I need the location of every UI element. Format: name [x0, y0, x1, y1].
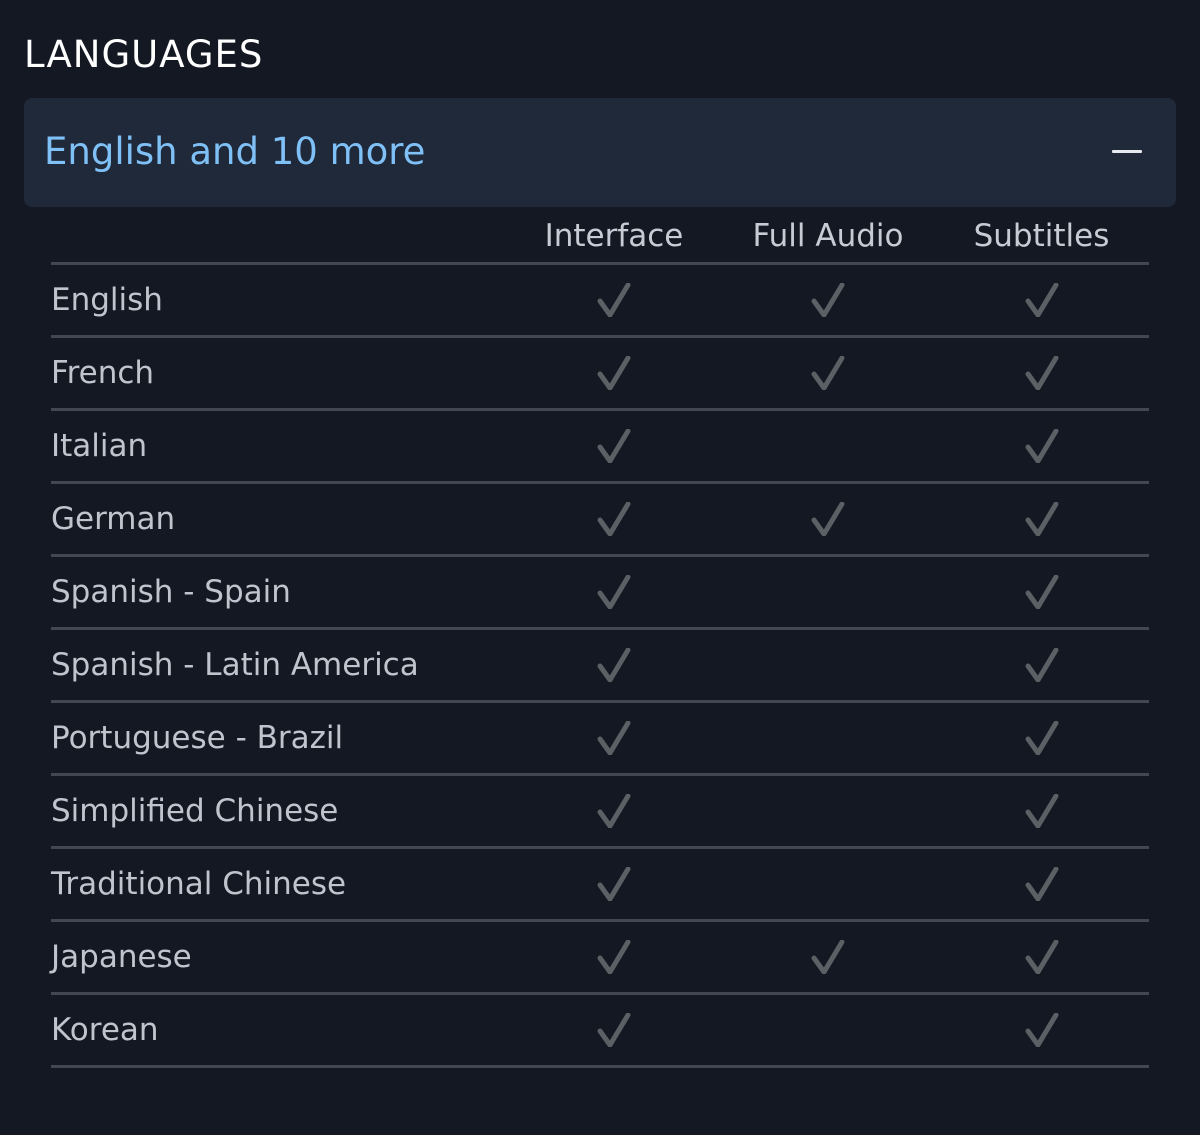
header-interface: Interface	[506, 210, 722, 265]
check-icon	[597, 575, 631, 609]
language-name: French	[51, 336, 506, 411]
language-name: Japanese	[51, 920, 506, 995]
languages-accordion-toggle[interactable]: English and 10 more	[24, 98, 1176, 207]
cell-subtitles	[934, 701, 1149, 776]
cell-subtitles	[934, 263, 1149, 338]
check-icon	[597, 940, 631, 974]
section-title: LANGUAGES	[24, 33, 264, 76]
language-name: English	[51, 263, 506, 338]
check-icon	[1025, 283, 1059, 317]
language-name: Korean	[51, 993, 506, 1068]
table-row: Korean	[51, 993, 1149, 1068]
language-name: Spanish - Spain	[51, 555, 506, 630]
cell-full-audio	[722, 774, 934, 849]
check-icon	[1025, 648, 1059, 682]
check-icon	[597, 502, 631, 536]
table-row: French	[51, 336, 1149, 411]
cell-full-audio	[722, 920, 934, 995]
table-row: Italian	[51, 409, 1149, 484]
check-icon	[597, 356, 631, 390]
cell-subtitles	[934, 409, 1149, 484]
cell-subtitles	[934, 993, 1149, 1068]
check-icon	[811, 940, 845, 974]
header-full-audio: Full Audio	[722, 210, 934, 265]
cell-full-audio	[722, 263, 934, 338]
cell-full-audio	[722, 847, 934, 922]
table-row: Japanese	[51, 920, 1149, 995]
cell-subtitles	[934, 774, 1149, 849]
cell-subtitles	[934, 336, 1149, 411]
check-icon	[1025, 575, 1059, 609]
check-icon	[597, 429, 631, 463]
header-subtitles: Subtitles	[934, 210, 1149, 265]
cell-subtitles	[934, 920, 1149, 995]
cell-full-audio	[722, 993, 934, 1068]
check-icon	[1025, 867, 1059, 901]
check-icon	[1025, 940, 1059, 974]
header-language	[51, 210, 506, 265]
minus-icon[interactable]	[1112, 150, 1142, 153]
table-row: Spanish - Spain	[51, 555, 1149, 630]
language-name: Simplified Chinese	[51, 774, 506, 849]
cell-full-audio	[722, 409, 934, 484]
cell-subtitles	[934, 482, 1149, 557]
language-name: Italian	[51, 409, 506, 484]
language-name: German	[51, 482, 506, 557]
cell-full-audio	[722, 555, 934, 630]
cell-interface	[506, 993, 722, 1068]
check-icon	[811, 283, 845, 317]
check-icon	[597, 721, 631, 755]
check-icon	[597, 1013, 631, 1047]
check-icon	[597, 283, 631, 317]
cell-interface	[506, 336, 722, 411]
table-row: English	[51, 263, 1149, 338]
language-name: Traditional Chinese	[51, 847, 506, 922]
languages-table-body: English French Italian German Spanish - Spai…	[51, 263, 1149, 1068]
cell-interface	[506, 409, 722, 484]
table-row: Portuguese - Brazil	[51, 701, 1149, 776]
cell-full-audio	[722, 628, 934, 703]
cell-interface	[506, 920, 722, 995]
cell-subtitles	[934, 847, 1149, 922]
cell-interface	[506, 847, 722, 922]
language-name: Portuguese - Brazil	[51, 701, 506, 776]
check-icon	[597, 794, 631, 828]
check-icon	[1025, 429, 1059, 463]
table-row: Traditional Chinese	[51, 847, 1149, 922]
cell-subtitles	[934, 555, 1149, 630]
cell-subtitles	[934, 628, 1149, 703]
cell-full-audio	[722, 336, 934, 411]
cell-interface	[506, 774, 722, 849]
cell-interface	[506, 263, 722, 338]
check-icon	[1025, 794, 1059, 828]
check-icon	[811, 356, 845, 390]
languages-table: Interface Full Audio Subtitles English Fr…	[51, 210, 1149, 1068]
check-icon	[1025, 502, 1059, 536]
table-row: Spanish - Latin America	[51, 628, 1149, 703]
check-icon	[1025, 721, 1059, 755]
check-icon	[1025, 356, 1059, 390]
cell-interface	[506, 555, 722, 630]
table-row: German	[51, 482, 1149, 557]
cell-full-audio	[722, 482, 934, 557]
cell-full-audio	[722, 701, 934, 776]
check-icon	[597, 648, 631, 682]
table-row: Simplified Chinese	[51, 774, 1149, 849]
cell-interface	[506, 628, 722, 703]
cell-interface	[506, 482, 722, 557]
languages-summary: English and 10 more	[44, 130, 426, 173]
check-icon	[597, 867, 631, 901]
table-header-row: Interface Full Audio Subtitles	[51, 210, 1149, 265]
check-icon	[1025, 1013, 1059, 1047]
check-icon	[811, 502, 845, 536]
cell-interface	[506, 701, 722, 776]
language-name: Spanish - Latin America	[51, 628, 506, 703]
